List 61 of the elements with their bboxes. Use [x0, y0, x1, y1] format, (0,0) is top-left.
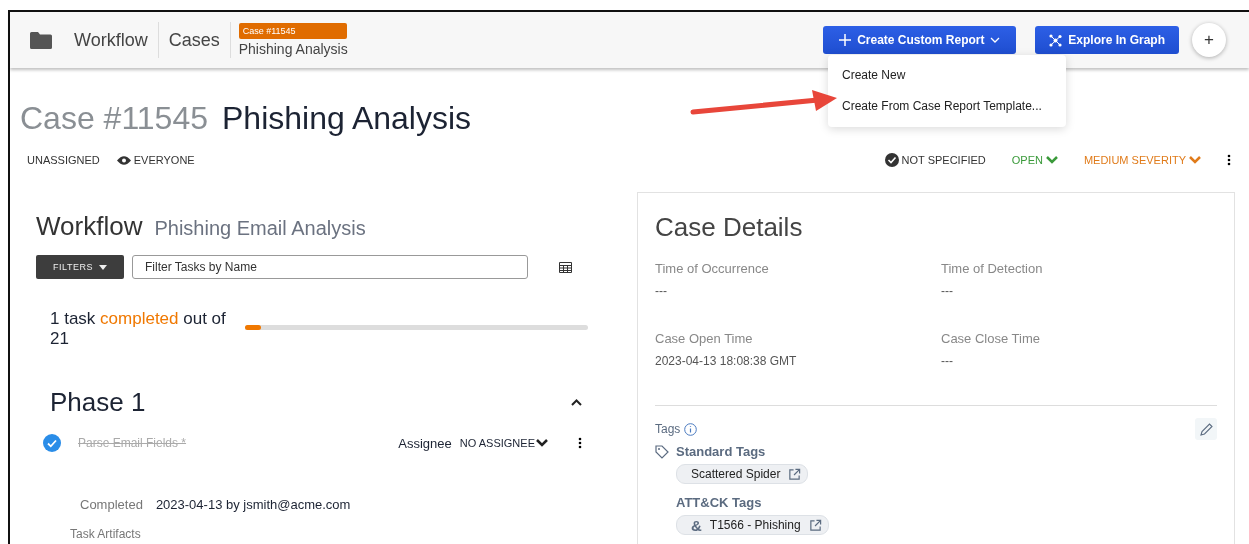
field-value: ---: [655, 283, 668, 299]
field-label: Case Close Time: [941, 331, 1041, 347]
plus-icon: [839, 34, 852, 46]
workflow-name: Phishing Email Analysis: [154, 216, 366, 241]
tag-chip[interactable]: & T1566 - Phishing: [676, 515, 829, 535]
breadcrumb-case-name: Phishing Analysis: [238, 41, 348, 57]
field-value: ---: [941, 353, 954, 369]
resolution-label[interactable]: NOT SPECIFIED: [901, 152, 986, 168]
edit-button[interactable]: [1195, 418, 1217, 440]
check-circle-icon[interactable]: [43, 434, 61, 452]
field-label: Time of Occurrence: [655, 261, 770, 277]
section-title: Workflow: [36, 210, 143, 242]
field-label: Case Open Time: [655, 331, 754, 347]
menu-item[interactable]: Create New: [828, 60, 1066, 91]
assignee-dropdown[interactable]: NO ASSIGNEE: [459, 437, 535, 449]
chevron-up-icon[interactable]: [571, 398, 582, 406]
chevron-down-icon: [990, 37, 1001, 43]
more-options-icon[interactable]: [1227, 154, 1231, 166]
chevron-down-icon: [1045, 156, 1058, 164]
case-title: Phishing Analysis: [222, 99, 472, 138]
create-report-button[interactable]: Create Custom Report: [823, 26, 1017, 54]
field-label: Time of Detection: [941, 261, 1044, 277]
case-number-badge: Case #11545: [238, 23, 347, 39]
field-value: ---: [941, 283, 954, 299]
visibility-label[interactable]: EVERYONE: [133, 152, 195, 168]
table-view-icon[interactable]: [559, 261, 572, 273]
pencil-icon: [1199, 422, 1213, 436]
eye-icon: [116, 155, 131, 165]
completed-label: Completed: [80, 496, 143, 514]
tags-label: Tags: [655, 421, 681, 438]
more-options-icon[interactable]: [578, 437, 582, 449]
phase-title: Phase 1: [50, 387, 146, 417]
tag-icon: [655, 445, 669, 459]
chevron-down-icon: [1189, 156, 1201, 164]
field-value: 2023-04-13 18:08:38 GMT: [655, 353, 798, 369]
check-circle-icon: [884, 153, 899, 167]
caret-icon: [98, 264, 107, 270]
folder-icon[interactable]: [30, 31, 52, 49]
menu-item[interactable]: Create From Case Report Template...: [828, 91, 1066, 122]
add-button[interactable]: +: [1192, 23, 1226, 57]
info-icon[interactable]: [684, 422, 698, 436]
chevron-down-icon: [536, 439, 548, 447]
assignee-label: Assignee: [398, 435, 452, 451]
status-dropdown[interactable]: OPEN: [1011, 152, 1043, 168]
tag-chip[interactable]: Scattered Spider: [676, 464, 809, 484]
breadcrumb-link[interactable]: Cases: [158, 22, 231, 58]
graph-nodes-icon: [1049, 33, 1063, 47]
section-label: Task Artifacts: [70, 527, 142, 541]
tag-group-title: Standard Tags: [676, 443, 766, 461]
filters-button[interactable]: FILTERS: [36, 255, 124, 279]
search-field[interactable]: Filter Tasks by Name: [132, 255, 528, 279]
tag-group-title: ATT&CK Tags: [676, 494, 762, 512]
explore-graph-button[interactable]: Explore In Graph: [1035, 26, 1179, 54]
external-link-icon[interactable]: [808, 518, 822, 532]
external-link-icon[interactable]: [788, 467, 802, 481]
progress-text: 1 task completed out of 21: [50, 309, 227, 349]
card-title: Case Details: [655, 211, 804, 243]
case-number: Case #11545: [20, 99, 208, 138]
breadcrumb-link[interactable]: Workflow: [64, 22, 159, 58]
assignee-label[interactable]: UNASSIGNED: [27, 152, 100, 168]
completed-info: 2023-04-13 by jsmith@acme.com: [155, 496, 351, 514]
